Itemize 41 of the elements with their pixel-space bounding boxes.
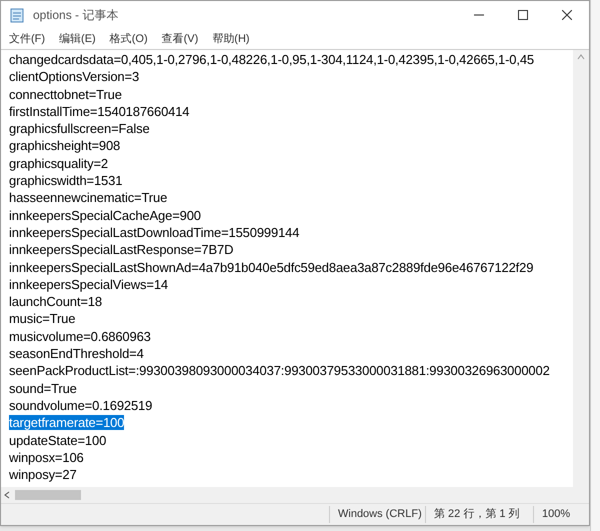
status-text: 100% [533, 506, 573, 523]
text-line: music=True [9, 311, 76, 326]
text-line: graphicswidth=1531 [9, 173, 122, 188]
text-line: graphicsfullscreen=False [9, 121, 150, 136]
menu-item[interactable]: 格式(O) [106, 30, 152, 48]
text-line: connecttobnet=True [9, 86, 122, 102]
text-line: innkeepersSpecialCacheAge=900 [9, 208, 201, 223]
text-line: innkeepersSpecialLastShownAd=4a7b91b040e5dfc59ed8aea3a87c2889fde96e46767122f29 [9, 260, 534, 275]
close-icon [562, 10, 572, 20]
menu-item[interactable]: 编辑(E) [55, 30, 100, 48]
text-line: firstInstallTime=1540187660414 [9, 104, 190, 119]
menu-item[interactable]: 文件(F) [5, 30, 50, 48]
scrollbar-thumb[interactable] [15, 490, 81, 500]
menu-item[interactable]: 查看(V) [158, 30, 202, 48]
text-line: hasseennewcinematic=True [9, 190, 168, 206]
text-line: innkeepersSpecialLastResponse=7B7D [9, 242, 234, 258]
status-text: Windows (CRLF) [329, 506, 425, 523]
text-line: innkeepersSpecialLastDownloadTime=1550999144 [9, 224, 300, 240]
text-line: sound=True [9, 380, 77, 396]
text-line: soundvolume=0.1692519 [9, 398, 152, 413]
horizontal-scrollbar[interactable] [1, 487, 589, 503]
maximize-icon [518, 10, 528, 20]
menu-item[interactable]: 帮助(H) [208, 30, 254, 48]
text-line: seenPackProductList=:99300398093000034037:99300379533000031881:99300326963000002 [9, 363, 550, 378]
status-text: 第 22 行，第 1 列 [425, 506, 533, 523]
text-line: graphicsquality=2 [9, 156, 108, 171]
text-line: clientOptionsVersion=3 [9, 69, 140, 84]
text-line: changedcardsdata=0,405,1-0,2796,1-0,48226,1-0,95,1-304,1124,1-0,42395,1-0,42665,1-0,45 [9, 52, 534, 67]
text-line: winposy=27 [9, 467, 77, 482]
text-line: seasonEndThreshold=4 [9, 346, 144, 362]
text-line: winposx=106 [9, 450, 84, 465]
vertical-scrollbar[interactable] [573, 50, 589, 487]
scroll-up-icon[interactable] [577, 54, 585, 60]
text-line: musicvolume=0.6860963 [9, 328, 151, 344]
text-line: innkeepersSpecialViews=14 [9, 276, 168, 292]
scroll-left-icon[interactable] [4, 491, 10, 499]
text-line: launchCount=18 [9, 294, 102, 310]
window-title: options - 记事本 [33, 7, 118, 24]
text-line: updateState=100 [9, 432, 106, 448]
notepad-icon [9, 7, 25, 23]
text-line: graphicsheight=908 [9, 138, 120, 154]
